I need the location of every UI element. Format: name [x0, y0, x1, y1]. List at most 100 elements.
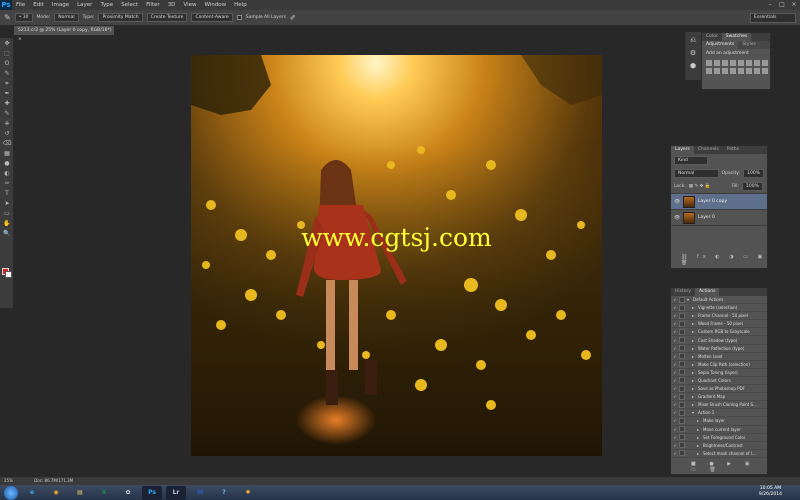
- action-row[interactable]: ✓ ▸ Wood Frame - 50 pixel: [671, 320, 767, 329]
- gradient-map-icon[interactable]: [762, 68, 768, 74]
- action-row[interactable]: ✓ ▸ Sepia Toning (layer): [671, 369, 767, 377]
- menu-help[interactable]: Help: [230, 2, 251, 8]
- type-create-texture[interactable]: Create Texture: [146, 13, 188, 22]
- document-canvas[interactable]: www.cgtsj.com: [191, 55, 602, 456]
- action-toggle-check-icon[interactable]: ✓: [671, 370, 679, 375]
- posterize-icon[interactable]: [738, 68, 744, 74]
- dialog-toggle-box[interactable]: [679, 409, 685, 416]
- eraser-icon[interactable]: ⌫: [2, 139, 12, 148]
- minimize-button[interactable]: –: [764, 0, 776, 10]
- dialog-toggle-box[interactable]: [679, 393, 685, 400]
- hue-saturation-icon[interactable]: [746, 60, 752, 66]
- close-button[interactable]: ×: [788, 0, 800, 10]
- taskbar-camtasia-icon[interactable]: ✿: [118, 486, 138, 500]
- blend-mode-select[interactable]: Normal: [674, 169, 719, 178]
- blur-icon[interactable]: ●: [2, 159, 12, 168]
- brush-icon[interactable]: ✎: [2, 109, 12, 118]
- action-toggle-check-icon[interactable]: ✓: [671, 321, 679, 326]
- spot-heal-tool-icon[interactable]: ✎: [4, 13, 11, 22]
- taskbar-excel-icon[interactable]: X: [94, 486, 114, 500]
- action-toggle-check-icon[interactable]: ✓: [671, 378, 679, 383]
- invert-icon[interactable]: [730, 68, 736, 74]
- type-icon[interactable]: T: [2, 189, 12, 198]
- history-brush-icon[interactable]: ↺: [2, 129, 12, 138]
- type-content-aware[interactable]: Content-Aware: [191, 13, 233, 22]
- tab-styles[interactable]: Styles: [738, 41, 760, 49]
- selective-color-icon[interactable]: [754, 68, 760, 74]
- dialog-toggle-box[interactable]: [679, 353, 685, 360]
- action-toggle-check-icon[interactable]: ✓: [671, 354, 679, 359]
- visibility-eye-icon[interactable]: 👁: [674, 199, 680, 205]
- visibility-eye-icon[interactable]: 👁: [674, 215, 680, 221]
- spot-heal-icon[interactable]: ✚: [2, 99, 12, 108]
- channel-mixer-icon[interactable]: [714, 68, 720, 74]
- dialog-toggle-box[interactable]: [679, 320, 685, 327]
- dialog-toggle-box[interactable]: [679, 369, 685, 376]
- taskbar-ie-icon[interactable]: e: [22, 486, 42, 500]
- stamp-icon[interactable]: ⎈: [2, 119, 12, 128]
- menu-layer[interactable]: Layer: [73, 2, 96, 8]
- dialog-toggle-box[interactable]: [679, 426, 685, 433]
- taskbar-photoshop-icon[interactable]: Ps: [142, 485, 162, 500]
- path-select-icon[interactable]: ➤: [2, 199, 12, 208]
- move-icon[interactable]: ✥: [2, 39, 12, 48]
- action-row[interactable]: ✓ ▸ Custom RGB to Grayscale: [671, 328, 767, 337]
- taskbar-settings-icon[interactable]: ✹: [238, 486, 258, 500]
- pen-icon[interactable]: ✑: [2, 179, 12, 188]
- mode-select[interactable]: Normal: [54, 13, 79, 22]
- tab-adjustments[interactable]: Adjustments: [702, 41, 739, 49]
- action-toggle-check-icon[interactable]: ✓: [671, 297, 679, 302]
- action-toggle-check-icon[interactable]: ✓: [671, 338, 679, 343]
- menu-type[interactable]: Type: [96, 2, 117, 8]
- action-toggle-check-icon[interactable]: ✓: [671, 386, 679, 391]
- taskbar-clock[interactable]: 10:05 AM 9/26/2014: [759, 486, 782, 498]
- layer-footer-icons[interactable]: ⛓ fx ◐ ◑ ▭ ▣ 🗑: [681, 254, 767, 266]
- brightness-icon[interactable]: [706, 60, 712, 66]
- menu-view[interactable]: View: [179, 2, 200, 8]
- gradient-icon[interactable]: ▦: [2, 149, 12, 158]
- action-toggle-check-icon[interactable]: ✓: [671, 418, 679, 423]
- action-toggle-check-icon[interactable]: ✓: [671, 346, 679, 351]
- 3d-dock-icon[interactable]: ⬢: [688, 61, 698, 71]
- action-row[interactable]: ✓ ▾ Default Actions: [671, 296, 767, 305]
- eyedropper-icon[interactable]: ✒: [2, 89, 12, 98]
- menu-image[interactable]: Image: [48, 2, 73, 8]
- exposure-icon[interactable]: [730, 60, 736, 66]
- windows-start-button[interactable]: [4, 485, 18, 500]
- dialog-toggle-box[interactable]: [679, 361, 685, 368]
- dialog-toggle-box[interactable]: [679, 377, 685, 384]
- fill-input[interactable]: 100%: [742, 182, 763, 191]
- properties-dock-icon[interactable]: ⚙: [688, 48, 698, 58]
- background-color-swatch[interactable]: [5, 271, 12, 278]
- action-row[interactable]: ✓ ▸ Save as Photoshop PDF: [671, 385, 767, 394]
- menu-select[interactable]: Select: [117, 2, 142, 8]
- action-row[interactable]: ✓ ▸ Frame Channel - 50 pixel: [671, 312, 767, 321]
- type-proximity-match[interactable]: Proximity Match: [98, 13, 143, 22]
- pressure-icon[interactable]: ✐: [290, 14, 296, 22]
- curves-icon[interactable]: [722, 60, 728, 66]
- action-toggle-check-icon[interactable]: ✓: [671, 410, 679, 415]
- tab-channels[interactable]: Channels: [694, 146, 723, 154]
- menu-window[interactable]: Window: [200, 2, 230, 8]
- action-row[interactable]: ✓ ▸ Mixer Brush Cloning Paint S...: [671, 401, 767, 410]
- action-row[interactable]: ✓ ▸ Gradient Map: [671, 393, 767, 402]
- photo-filter-icon[interactable]: [706, 68, 712, 74]
- dialog-toggle-box[interactable]: [679, 401, 685, 408]
- action-toggle-check-icon[interactable]: ✓: [671, 427, 679, 432]
- action-row[interactable]: ✓ ▸ Make Clip Path (selection): [671, 361, 767, 369]
- tab-history[interactable]: History: [671, 288, 695, 296]
- dodge-icon[interactable]: ◐: [2, 169, 12, 178]
- black-white-icon[interactable]: [762, 60, 768, 66]
- dialog-toggle-box[interactable]: [679, 328, 685, 335]
- hand-icon[interactable]: ✋: [2, 219, 12, 228]
- taskbar-chrome-icon[interactable]: ◉: [46, 486, 66, 500]
- action-toggle-check-icon[interactable]: ✓: [671, 313, 679, 318]
- taskbar-word-icon[interactable]: W: [190, 486, 210, 500]
- zoom-level[interactable]: 25%: [4, 478, 13, 483]
- action-toggle-check-icon[interactable]: ✓: [671, 329, 679, 334]
- action-toggle-check-icon[interactable]: ✓: [671, 305, 679, 310]
- tab-actions[interactable]: Actions: [695, 288, 720, 296]
- dialog-toggle-box[interactable]: [679, 304, 685, 311]
- menu-3d[interactable]: 3D: [164, 2, 180, 8]
- vibrance-icon[interactable]: [738, 60, 744, 66]
